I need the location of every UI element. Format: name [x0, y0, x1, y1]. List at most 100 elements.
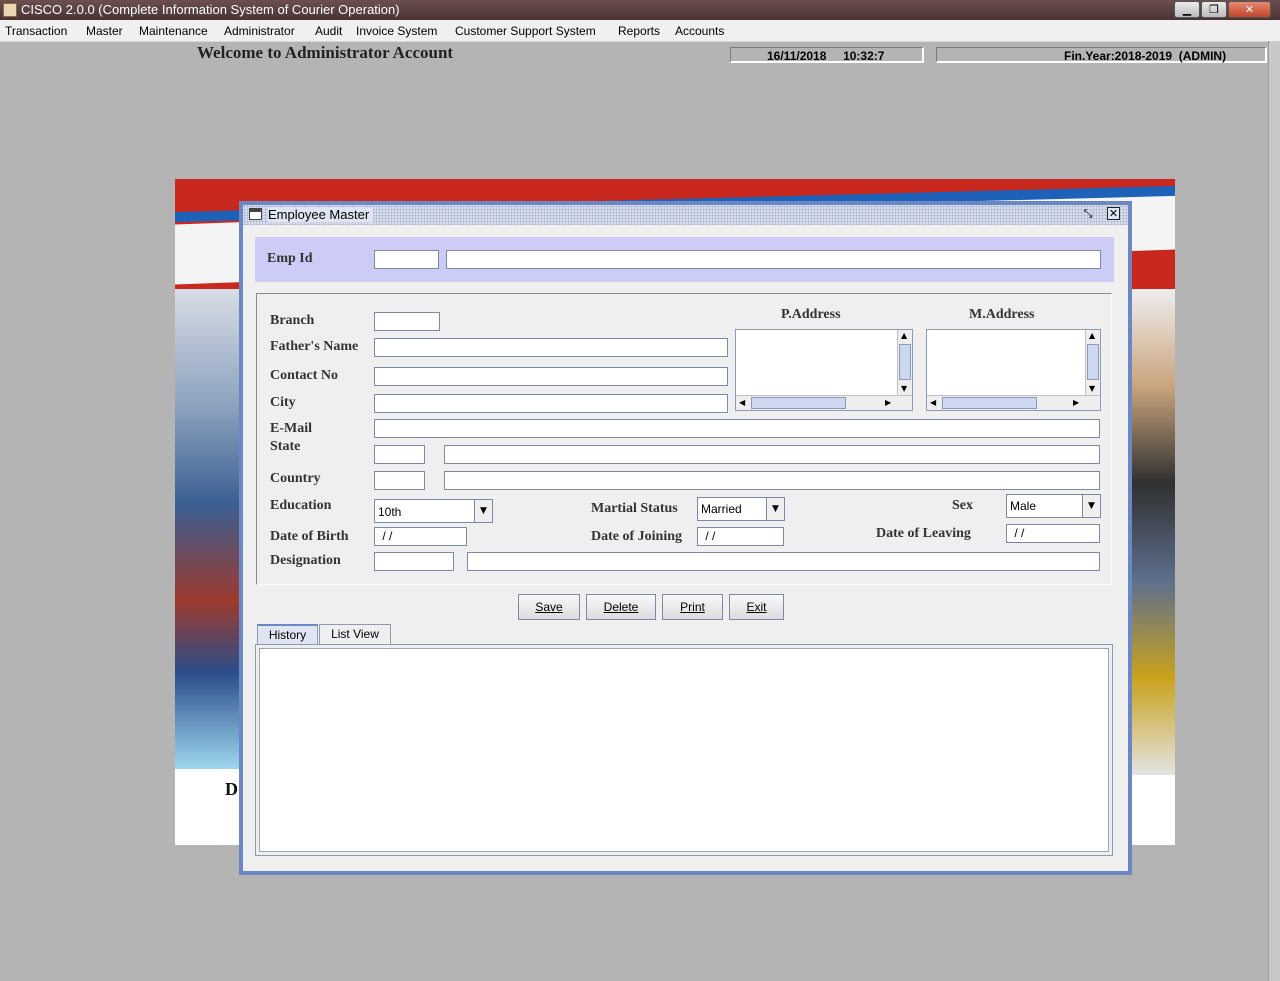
- city-label: City: [270, 395, 296, 410]
- scroll-up-icon[interactable]: ▲: [1089, 331, 1095, 340]
- scroll-thumb[interactable]: [1087, 344, 1099, 380]
- education-label: Education: [270, 498, 332, 513]
- menu-invoice-system[interactable]: Invoice System: [356, 24, 437, 38]
- scroll-thumb[interactable]: [942, 397, 1037, 409]
- email-label: E-Mail: [270, 421, 312, 436]
- menu-audit[interactable]: Audit: [315, 24, 342, 38]
- chevron-down-icon[interactable]: ▼: [1082, 495, 1100, 517]
- doj-input[interactable]: / /: [697, 527, 784, 546]
- marital-status-value: Married: [701, 502, 742, 516]
- exit-button[interactable]: Exit: [729, 594, 784, 620]
- contact-label: Contact No: [270, 368, 339, 383]
- scroll-up-icon[interactable]: ▲: [901, 331, 907, 340]
- maddress-label: M.Address: [969, 307, 1035, 322]
- bg-left-picture: [175, 289, 240, 769]
- marital-status-label: Martial Status: [591, 501, 678, 516]
- education-value: 10th: [378, 505, 402, 519]
- frame-window-icon: [249, 208, 262, 220]
- paddress-label: P.Address: [781, 307, 841, 322]
- country-code-input[interactable]: [374, 471, 425, 490]
- tab-panel: [255, 644, 1113, 856]
- history-content-area[interactable]: [259, 648, 1109, 852]
- maddress-hscrollbar[interactable]: ◀ ▶: [927, 395, 1100, 410]
- contact-input[interactable]: [374, 367, 728, 386]
- paddress-textarea[interactable]: ▲ ▼ ◀ ▶: [735, 329, 913, 411]
- paddress-hscrollbar[interactable]: ◀ ▶: [736, 395, 912, 410]
- menu-maintenance[interactable]: Maintenance: [139, 24, 208, 38]
- doj-label: Date of Joining: [591, 529, 682, 544]
- chevron-down-icon[interactable]: ▼: [474, 500, 492, 522]
- scroll-right-icon[interactable]: ▶: [885, 398, 891, 407]
- emp-name-input[interactable]: [446, 250, 1101, 269]
- state-label: State: [270, 439, 301, 454]
- employee-details-panel: Branch Father's Name Contact No City E-M…: [256, 293, 1112, 585]
- branch-label: Branch: [270, 313, 315, 328]
- marital-status-select[interactable]: Married ▼: [697, 497, 785, 521]
- scroll-right-icon[interactable]: ▶: [1073, 398, 1079, 407]
- frame-title: Employee Master: [268, 207, 374, 222]
- tab-list-view[interactable]: List View: [319, 624, 391, 644]
- state-code-input[interactable]: [374, 445, 425, 464]
- designation-label: Designation: [270, 553, 341, 568]
- city-input[interactable]: [374, 394, 728, 413]
- scroll-left-icon[interactable]: ◀: [739, 398, 745, 407]
- scroll-thumb[interactable]: [751, 397, 846, 409]
- country-label: Country: [270, 471, 321, 486]
- maximize-button[interactable]: ❐: [1201, 1, 1227, 18]
- paddress-vscrollbar[interactable]: ▲ ▼: [897, 330, 912, 396]
- window-title-bar: CISCO 2.0.0 (Complete Information System…: [0, 0, 1280, 20]
- dob-input[interactable]: / /: [374, 527, 467, 546]
- menu-bar: Transaction Master Maintenance Administr…: [0, 20, 1280, 42]
- menu-transaction[interactable]: Transaction: [5, 24, 67, 38]
- father-name-label: Father's Name: [270, 339, 359, 354]
- sex-value: Male: [1010, 499, 1037, 513]
- scroll-down-icon[interactable]: ▼: [901, 384, 907, 393]
- maddress-vscrollbar[interactable]: ▲ ▼: [1085, 330, 1100, 396]
- finyear-status: Fin.Year:2018-2019 (ADMIN): [936, 47, 1267, 63]
- emp-id-input[interactable]: [374, 250, 439, 269]
- delete-button[interactable]: Delete: [586, 594, 656, 620]
- state-name-input[interactable]: [444, 445, 1100, 464]
- dol-input[interactable]: / /: [1006, 524, 1100, 543]
- datetime-text: 16/11/2018 10:32:7: [767, 49, 885, 63]
- close-button[interactable]: ✕: [1228, 1, 1271, 18]
- tab-history[interactable]: History: [257, 624, 318, 644]
- menu-master[interactable]: Master: [86, 24, 123, 38]
- save-button[interactable]: Save: [518, 594, 580, 620]
- scroll-down-icon[interactable]: ▼: [1089, 384, 1095, 393]
- sex-label: Sex: [952, 498, 973, 513]
- bg-partial-text: D: [225, 779, 238, 799]
- branch-input[interactable]: [374, 312, 440, 331]
- menu-customer-support[interactable]: Customer Support System: [455, 24, 596, 38]
- window-title: CISCO 2.0.0 (Complete Information System…: [21, 2, 400, 17]
- dol-label: Date of Leaving: [876, 526, 971, 541]
- education-select[interactable]: 10th ▼: [374, 499, 493, 523]
- chevron-down-icon[interactable]: ▼: [766, 498, 784, 520]
- bg-right-picture: [1130, 289, 1175, 775]
- emp-id-label: Emp Id: [267, 251, 313, 266]
- email-input[interactable]: [374, 419, 1100, 438]
- designation-name-input[interactable]: [467, 552, 1100, 571]
- frame-body: Emp Id Branch Father's Name Contact No C…: [243, 225, 1128, 871]
- java-app-icon: [3, 3, 17, 17]
- scroll-thumb[interactable]: [899, 344, 911, 380]
- print-button[interactable]: Print: [662, 594, 723, 620]
- emp-id-panel: Emp Id: [255, 237, 1114, 282]
- father-name-input[interactable]: [374, 338, 728, 357]
- sex-select[interactable]: Male ▼: [1006, 494, 1101, 518]
- finyear-text: Fin.Year:2018-2019 (ADMIN): [1064, 49, 1227, 63]
- welcome-heading: Welcome to Administrator Account: [197, 43, 454, 62]
- country-name-input[interactable]: [444, 471, 1100, 490]
- maddress-textarea[interactable]: ▲ ▼ ◀ ▶: [926, 329, 1101, 411]
- scroll-left-icon[interactable]: ◀: [930, 398, 936, 407]
- dob-label: Date of Birth: [270, 529, 349, 544]
- frame-restore-icon[interactable]: ⤡: [1081, 207, 1095, 221]
- frame-close-icon[interactable]: ✕: [1107, 207, 1120, 220]
- menu-reports[interactable]: Reports: [618, 24, 660, 38]
- menu-accounts[interactable]: Accounts: [675, 24, 724, 38]
- desktop-scrollbar[interactable]: [1268, 41, 1280, 981]
- menu-administrator[interactable]: Administrator: [224, 24, 295, 38]
- frame-title-bar[interactable]: Employee Master ⤡ ✕: [243, 205, 1128, 225]
- minimize-button[interactable]: ▁: [1174, 1, 1200, 18]
- designation-code-input[interactable]: [374, 552, 454, 571]
